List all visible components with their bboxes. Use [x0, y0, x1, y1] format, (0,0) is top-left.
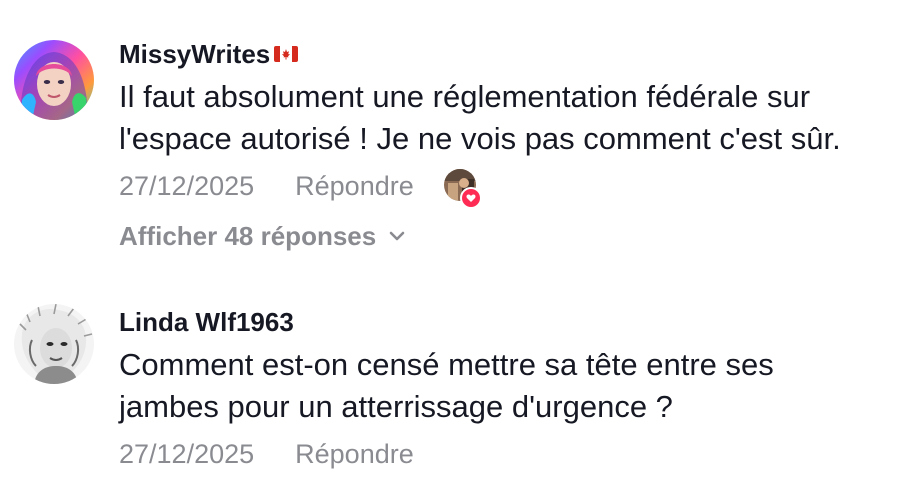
avatar[interactable]: [14, 304, 94, 384]
comment-text-line: Il faut absolument une réglementation fé…: [119, 79, 811, 114]
comment-item: Linda Wlf1963 Comment est-on censé mettr…: [0, 304, 906, 494]
creator-liked-badge: [443, 169, 482, 209]
username[interactable]: MissyWrites: [119, 38, 896, 70]
comment-item: MissyWrites Il faut absolument une régle…: [0, 38, 906, 278]
reply-button[interactable]: Répondre: [295, 171, 414, 202]
chevron-down-icon: [388, 230, 406, 242]
comment-text: Il faut absolument une réglementation fé…: [119, 76, 896, 160]
comment-meta: 27/12/2025 Répondre: [119, 434, 896, 474]
reply-button[interactable]: Répondre: [295, 439, 414, 470]
comment-meta: 27/12/2025 Répondre: [119, 166, 896, 209]
comment-date: 27/12/2025: [119, 170, 255, 201]
username-text: MissyWrites: [119, 39, 271, 69]
comment-content: MissyWrites Il faut absolument une régle…: [119, 38, 896, 254]
heart-icon: [459, 187, 482, 209]
comment-content: Linda Wlf1963 Comment est-on censé mettr…: [119, 306, 896, 474]
username[interactable]: Linda Wlf1963: [119, 306, 896, 338]
comment-text-line: jambes pour un atterrissage d'urgence ?: [119, 389, 673, 424]
comment-text-line: l'espace autorisé ! Je ne vois pas comme…: [119, 121, 841, 156]
username-text: Linda Wlf1963: [119, 307, 294, 337]
view-replies-label: Afficher 48 réponses: [119, 220, 377, 251]
avatar[interactable]: [14, 40, 94, 120]
canada-flag-icon: [274, 46, 299, 62]
view-replies-button[interactable]: Afficher 48 réponses: [119, 218, 896, 254]
comment-date: 27/12/2025: [119, 438, 255, 469]
comment-text: Comment est-on censé mettre sa tête entr…: [119, 344, 896, 428]
comment-text-line: Comment est-on censé mettre sa tête entr…: [119, 347, 774, 382]
